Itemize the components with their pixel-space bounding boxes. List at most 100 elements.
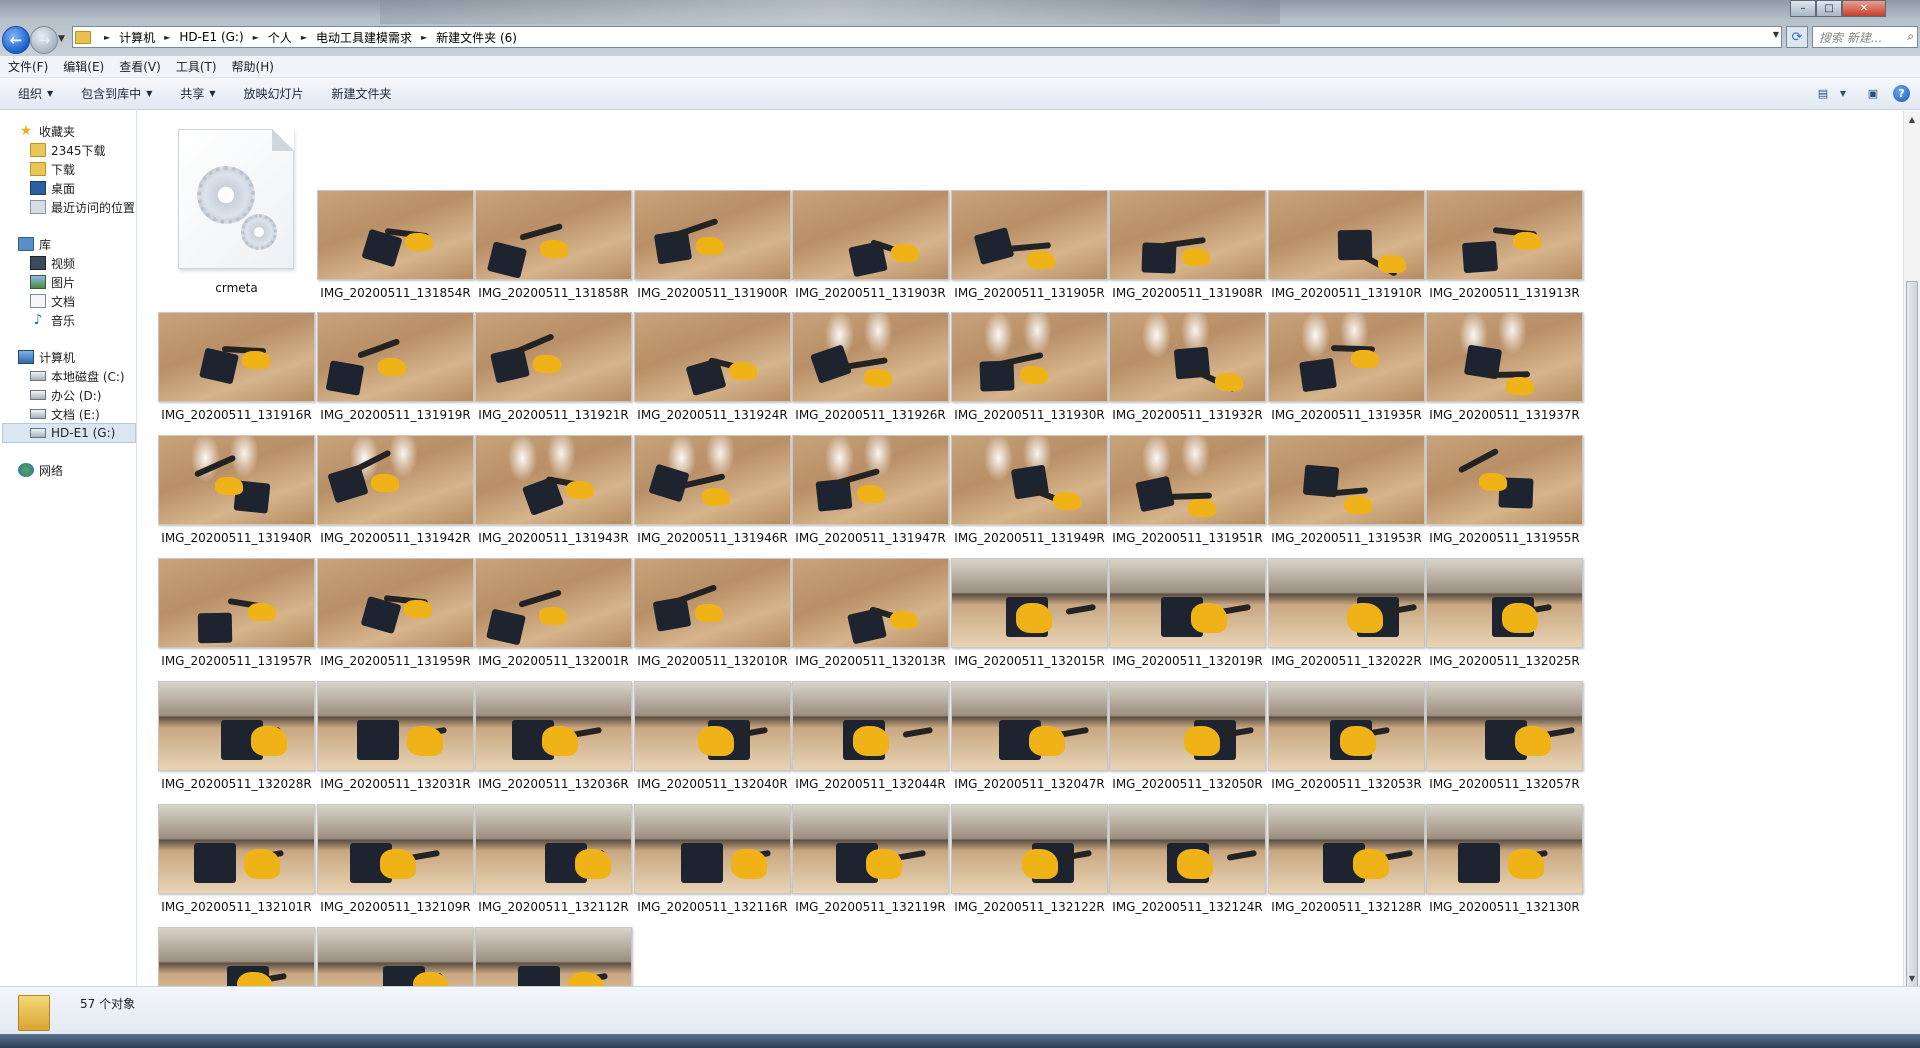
file-item[interactable]: IMG_20200511_131916R xyxy=(138,308,315,426)
file-item[interactable]: IMG_20200511_132036R xyxy=(455,677,632,795)
file-item[interactable]: IMG_20200511_131957R xyxy=(138,554,315,672)
menu-file[interactable]: 文件(F) xyxy=(8,58,48,75)
file-item[interactable]: IMG_20200511_132116R xyxy=(614,800,791,918)
file-item[interactable]: IMG_20200511_132001R xyxy=(455,554,632,672)
file-item[interactable]: IMG_20200511_132013R xyxy=(772,554,949,672)
file-item[interactable]: IMG_20200511_131959R xyxy=(297,554,474,672)
breadcrumb-current-folder[interactable]: 新建文件夹 (6) xyxy=(436,29,517,46)
file-item[interactable] xyxy=(297,923,474,986)
file-item[interactable]: IMG_20200511_131910R xyxy=(1248,186,1425,304)
file-item[interactable]: IMG_20200511_131903R xyxy=(772,186,949,304)
recent-pages-dropdown-icon[interactable]: ▼ xyxy=(58,34,65,44)
file-item[interactable]: IMG_20200511_132010R xyxy=(614,554,791,672)
file-item[interactable]: IMG_20200511_132122R xyxy=(931,800,1108,918)
file-item[interactable]: IMG_20200511_131949R xyxy=(931,431,1108,549)
nav-item-videos[interactable]: 视频 xyxy=(30,253,136,273)
nav-item-desktop[interactable]: 桌面 xyxy=(30,178,136,198)
file-item[interactable]: IMG_20200511_131921R xyxy=(455,308,632,426)
file-item[interactable]: IMG_20200511_131955R xyxy=(1406,431,1583,549)
help-icon[interactable]: ? xyxy=(1893,84,1910,102)
file-item[interactable]: IMG_20200511_131913R xyxy=(1406,186,1583,304)
back-button[interactable]: ← xyxy=(2,26,30,54)
file-item[interactable]: IMG_20200511_132040R xyxy=(614,677,791,795)
file-item[interactable]: IMG_20200511_132112R xyxy=(455,800,632,918)
breadcrumb-computer[interactable]: 计算机 ► xyxy=(119,29,179,46)
file-item[interactable] xyxy=(138,923,315,986)
file-item[interactable]: IMG_20200511_131926R xyxy=(772,308,949,426)
nav-item-downloads[interactable]: 下载 xyxy=(30,159,136,179)
view-options-chevron-icon[interactable]: ▼ xyxy=(1833,83,1853,103)
file-item[interactable]: IMG_20200511_131858R xyxy=(455,186,632,304)
file-item[interactable]: IMG_20200511_131930R xyxy=(931,308,1108,426)
file-item[interactable]: IMG_20200511_132044R xyxy=(772,677,949,795)
slideshow-button[interactable]: 放映幻灯片 xyxy=(244,85,304,102)
file-item[interactable]: IMG_20200511_132124R xyxy=(1089,800,1266,918)
new-folder-button[interactable]: 新建文件夹 xyxy=(332,85,392,102)
breadcrumb-personal[interactable]: 个人 ► xyxy=(268,29,316,46)
file-item[interactable]: IMG_20200511_131932R xyxy=(1089,308,1266,426)
file-item[interactable]: IMG_20200511_131905R xyxy=(931,186,1108,304)
maximize-button[interactable]: □ xyxy=(1816,0,1842,17)
file-item[interactable]: IMG_20200511_131919R xyxy=(297,308,474,426)
file-item[interactable]: IMG_20200511_132130R xyxy=(1406,800,1583,918)
file-item[interactable]: IMG_20200511_131946R xyxy=(614,431,791,549)
menu-edit[interactable]: 编辑(E) xyxy=(63,58,104,75)
nav-item-documents[interactable]: 文档 xyxy=(30,291,136,311)
nav-item-music[interactable]: ♪ 音乐 xyxy=(30,310,136,330)
nav-item-drive-d[interactable]: 办公 (D:) xyxy=(30,385,136,405)
file-item[interactable]: IMG_20200511_131937R xyxy=(1406,308,1583,426)
file-item[interactable]: IMG_20200511_132022R xyxy=(1248,554,1425,672)
nav-network[interactable]: 网络 xyxy=(18,460,136,480)
file-item[interactable]: IMG_20200511_132019R xyxy=(1089,554,1266,672)
menu-help[interactable]: 帮助(H) xyxy=(232,58,274,75)
nav-favorites[interactable]: ★ 收藏夹 xyxy=(18,121,136,141)
file-item[interactable]: IMG_20200511_131940R xyxy=(138,431,315,549)
breadcrumb-modeling[interactable]: 电动工具建模需求 ► xyxy=(316,29,436,46)
include-in-library-button[interactable]: 包含到库中 ▼ xyxy=(81,85,152,102)
forward-button[interactable]: → xyxy=(30,26,58,54)
preview-pane-icon[interactable]: ▣ xyxy=(1863,83,1883,103)
file-item[interactable]: IMG_20200511_132057R xyxy=(1406,677,1583,795)
organize-button[interactable]: 组织 ▼ xyxy=(18,85,53,102)
address-bar[interactable]: ► 计算机 ► HD-E1 (G:) ► 个人 ► 电动工具建模需求 ► 新建文件夹 (… xyxy=(72,26,1782,48)
scroll-up-icon[interactable]: ▲ xyxy=(1904,111,1920,127)
address-dropdown-icon[interactable]: ▼ xyxy=(1773,30,1779,39)
nav-computer[interactable]: 计算机 xyxy=(18,347,136,367)
file-item[interactable]: IMG_20200511_132101R xyxy=(138,800,315,918)
file-item[interactable] xyxy=(455,923,632,986)
file-item[interactable]: IMG_20200511_131900R xyxy=(614,186,791,304)
file-item[interactable]: IMG_20200511_132119R xyxy=(772,800,949,918)
nav-item-2345-downloads[interactable]: 2345下载 xyxy=(30,140,136,160)
vertical-scrollbar[interactable]: ▲ ▼ xyxy=(1903,111,1920,1036)
file-item[interactable]: IMG_20200511_132031R xyxy=(297,677,474,795)
file-item[interactable]: IMG_20200511_132053R xyxy=(1248,677,1425,795)
file-item[interactable]: IMG_20200511_132025R xyxy=(1406,554,1583,672)
file-item[interactable]: IMG_20200511_132015R xyxy=(931,554,1108,672)
file-item[interactable]: IMG_20200511_132050R xyxy=(1089,677,1266,795)
menu-view[interactable]: 查看(V) xyxy=(119,58,161,75)
scroll-down-icon[interactable]: ▼ xyxy=(1904,970,1920,986)
menu-tools[interactable]: 工具(T) xyxy=(176,58,217,75)
file-item[interactable]: IMG_20200511_131924R xyxy=(614,308,791,426)
share-button[interactable]: 共享 ▼ xyxy=(180,85,215,102)
file-item[interactable]: IMG_20200511_132128R xyxy=(1248,800,1425,918)
file-item[interactable]: IMG_20200511_132047R xyxy=(931,677,1108,795)
file-item[interactable]: IMG_20200511_131908R xyxy=(1089,186,1266,304)
search-icon[interactable]: ⌕ xyxy=(1907,29,1914,44)
nav-item-drive-e[interactable]: 文档 (E:) xyxy=(30,404,136,424)
minimize-button[interactable]: – xyxy=(1790,0,1816,17)
change-view-icon[interactable]: ▤ xyxy=(1813,83,1833,103)
nav-item-drive-c[interactable]: 本地磁盘 (C:) xyxy=(30,366,136,386)
file-item-crmeta[interactable]: crmeta xyxy=(138,111,308,301)
file-item[interactable]: IMG_20200511_131942R xyxy=(297,431,474,549)
file-item[interactable]: IMG_20200511_131854R xyxy=(297,186,474,304)
file-item[interactable]: IMG_20200511_132028R xyxy=(138,677,315,795)
file-item[interactable]: IMG_20200511_131943R xyxy=(455,431,632,549)
file-item[interactable]: IMG_20200511_131947R xyxy=(772,431,949,549)
nav-item-pictures[interactable]: 图片 xyxy=(30,272,136,292)
nav-libraries[interactable]: 库 xyxy=(18,234,136,254)
scrollbar-thumb[interactable] xyxy=(1906,281,1918,1036)
breadcrumb-arrow[interactable]: ► xyxy=(95,33,119,42)
close-button[interactable]: ✕ xyxy=(1842,0,1886,17)
nav-item-drive-g[interactable]: HD-E1 (G:) xyxy=(2,423,136,443)
